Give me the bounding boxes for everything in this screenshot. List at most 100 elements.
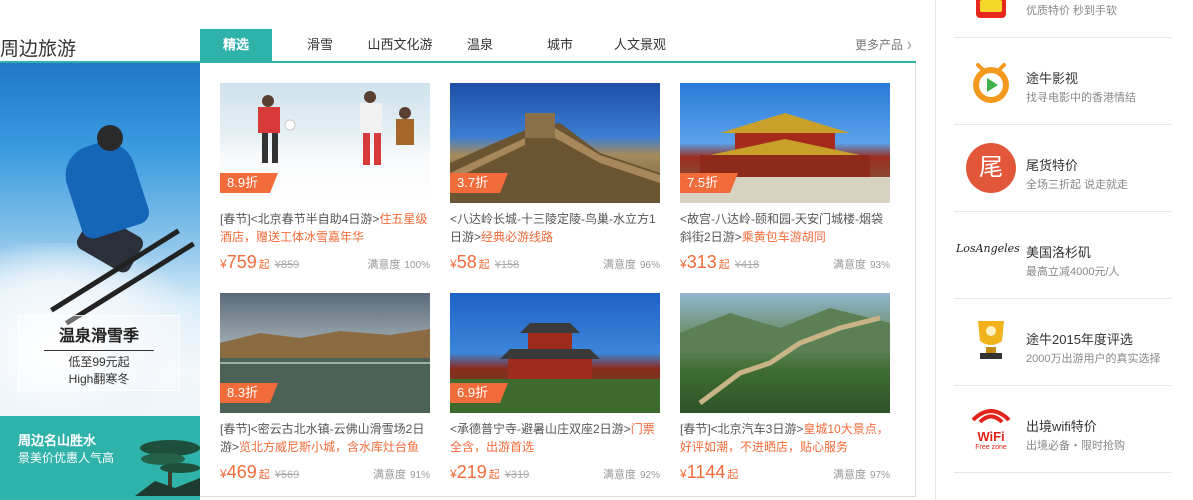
price-from-label: 起 (478, 259, 490, 271)
satisfaction-label: 满意度 (832, 259, 866, 271)
tab-shanxi-culture[interactable]: 山西文化游 (358, 29, 442, 61)
sidebar-item-wifi[interactable]: WiFi Free zone 出境wifi特价 出境必备・限时抢购 (954, 386, 1171, 472)
tab-hot-spring[interactable]: 温泉 (452, 29, 508, 61)
currency-symbol: ¥ (450, 467, 457, 481)
sidebar-item-los-angeles[interactable]: LosAngeles 美国洛杉矶 最高立减4000元/人 (954, 212, 1171, 298)
satisfaction-value: 92% (639, 470, 660, 481)
sidebar-title: 美国洛杉矶 (1026, 245, 1092, 260)
product-card[interactable]: 3.7折 <八达岭长城-十三陵定陵-鸟巢-水立方1日游>经典必游线路 ¥58 起 ¥… (450, 83, 660, 274)
seckill-icon (976, 0, 1006, 18)
price-value: 219 (456, 462, 487, 482)
sidebar-divider (954, 472, 1171, 473)
product-title[interactable]: <故宫-八达岭-颐和园-天安门城楼-烟袋斜街2日游>乘黄包车游胡同 (680, 210, 890, 246)
currency-symbol: ¥ (450, 257, 457, 271)
product-image[interactable]: 8.9折 (220, 83, 430, 203)
currency-symbol: ¥ (680, 257, 687, 271)
sidebar-title: 出境wifi特价 (1026, 419, 1097, 434)
banner-title: 温泉滑雪季 (58, 328, 139, 345)
discount-badge: 8.9折 (220, 173, 279, 193)
discount-badge: 6.9折 (450, 383, 509, 403)
product-image[interactable]: 6.9折 (450, 293, 660, 413)
tab-culture-landscape[interactable]: 人文景观 (604, 29, 676, 61)
sidebar-item-tail-sale[interactable]: 尾 尾货特价 全场三折起 说走就走 (954, 125, 1171, 211)
price-from-label: 起 (258, 259, 270, 271)
product-title[interactable]: [春节]<北京汽车3日游>皇城10大景点，好评如潮，不进晒店，贴心服务 (680, 420, 890, 456)
product-tag: [春节] (220, 422, 251, 436)
discount-badge: 8.3折 (220, 383, 279, 403)
sidebar-item-annual-awards[interactable]: 途牛2015年度评选 2000万出游用户的真实选择 (954, 299, 1171, 385)
satisfaction-value: 91% (409, 470, 430, 481)
product-image[interactable]: 3.7折 (450, 83, 660, 203)
price-from-label: 起 (718, 259, 730, 271)
product-title[interactable]: <承德普宁寺-避暑山庄双座2日游>门票全含，出游首选 (450, 420, 660, 456)
price-row: ¥469 起 ¥569 满意度 91% (220, 462, 430, 484)
tab-city[interactable]: 城市 (530, 29, 590, 61)
sidebar-subtitle: 全场三折起 说走就走 (1026, 179, 1129, 191)
wifi-signal-icon (971, 409, 1011, 424)
price-value: 469 (226, 462, 257, 482)
great-wall-mountain-graphic (680, 308, 890, 405)
satisfaction-label: 满意度 (602, 259, 636, 271)
product-image[interactable]: 7.5折 (680, 83, 890, 203)
satisfaction: 满意度 100% (367, 256, 430, 272)
trophy-icon (978, 321, 1004, 359)
satisfaction: 满意度 93% (833, 256, 890, 272)
sidebar-item-video[interactable]: 途牛影视 找寻电影中的香港情结 (954, 38, 1171, 124)
tab-featured[interactable]: 精选 (200, 29, 272, 61)
scenic-promo-banner[interactable]: 周边名山胜水 景美价优惠人气高 (0, 416, 200, 500)
scenic-promo-title: 周边名山胜水 (18, 433, 97, 448)
product-title[interactable]: [春节]<密云古北水镇-云佛山滑雪场2日游>览北方威尼斯小城，含水库灶台鱼 (220, 420, 430, 456)
video-icon (973, 63, 1009, 103)
tail-sale-icon: 尾 (966, 143, 1016, 193)
product-tag: [春节] (220, 212, 251, 226)
price-from-label: 起 (727, 469, 739, 481)
skier-body-graphic (57, 134, 153, 242)
los-angeles-icon: LosAngeles (956, 242, 1020, 255)
currency-symbol: ¥ (220, 257, 227, 271)
banner-line-1: 低至99元起 (68, 355, 130, 369)
price-row: ¥219 起 ¥319 满意度 92% (450, 462, 660, 484)
satisfaction: 满意度 96% (603, 256, 660, 272)
product-image[interactable]: 8.3折 (220, 293, 430, 413)
product-card[interactable]: [春节]<北京汽车3日游>皇城10大景点，好评如潮，不进晒店，贴心服务 ¥114… (680, 293, 890, 484)
banner-promo-box: 温泉滑雪季 低至99元起 High翻寒冬 (18, 315, 180, 391)
original-price: ¥569 (274, 469, 300, 481)
price-row: ¥313 起 ¥418 满意度 93% (680, 252, 890, 274)
price-value: 759 (226, 252, 257, 272)
price-from-label: 起 (488, 469, 500, 481)
product-card[interactable]: 6.9折 <承德普宁寺-避暑山庄双座2日游>门票全含，出游首选 ¥219 起 ¥31… (450, 293, 660, 484)
chevron-right-icon: › (907, 33, 912, 55)
satisfaction: 满意度 91% (373, 466, 430, 482)
product-card[interactable]: 8.3折 [春节]<密云古北水镇-云佛山滑雪场2日游>览北方威尼斯小城，含水库灶… (220, 293, 430, 484)
satisfaction-label: 满意度 (602, 469, 636, 481)
product-image[interactable] (680, 293, 890, 413)
discount-badge: 3.7折 (450, 173, 509, 193)
price-value: 313 (686, 252, 717, 272)
sidebar-subtitle: 2000万出游用户的真实选择 (1026, 353, 1161, 365)
sidebar-item-seckill[interactable]: 优质特价 秒到手软 (954, 0, 1171, 37)
wifi-icon-label: WiFi (977, 429, 1005, 444)
wifi-icon: WiFi Free zone (966, 402, 1016, 452)
tab-ski[interactable]: 滑雪 (290, 29, 350, 61)
satisfaction-value: 96% (639, 260, 660, 271)
product-grid: 8.9折 [春节]<北京春节半自助4日游>住五星级酒店，赠送工体冰雪嘉年华 ¥7… (200, 63, 916, 497)
product-highlight: 经典必游线路 (481, 230, 554, 244)
product-highlight: 乘黄包车游胡同 (741, 230, 826, 244)
wifi-icon-caption: Free zone (975, 444, 1007, 451)
sidebar-subtitle: 优质特价 秒到手软 (1026, 5, 1118, 17)
more-products-link[interactable]: 更多产品 › (855, 33, 912, 55)
product-card[interactable]: 8.9折 [春节]<北京春节半自助4日游>住五星级酒店，赠送工体冰雪嘉年华 ¥7… (220, 83, 430, 274)
satisfaction-label: 满意度 (367, 259, 401, 271)
product-name: <北京春节半自助4日游> (250, 212, 380, 226)
original-price: ¥859 (274, 259, 300, 271)
product-name: <北京汽车3日游> (710, 422, 804, 436)
product-card[interactable]: 7.5折 <故宫-八达岭-颐和园-天安门城楼-烟袋斜街2日游>乘黄包车游胡同 ¥… (680, 83, 890, 274)
product-title[interactable]: [春节]<北京春节半自助4日游>住五星级酒店，赠送工体冰雪嘉年华 (220, 210, 430, 246)
product-title[interactable]: <八达岭长城-十三陵定陵-鸟巢-水立方1日游>经典必游线路 (450, 210, 660, 246)
section-title: 周边旅游 (0, 39, 77, 60)
sidebar-title: 尾货特价 (1026, 158, 1079, 173)
right-sidebar: 优质特价 秒到手软 途牛影视 找寻电影中的香港情结 尾 尾货特价 全场三折起 说… (935, 0, 1193, 500)
product-highlight: 览北方威尼斯小城，含水库灶台鱼 (239, 440, 420, 454)
original-price: ¥319 (504, 469, 530, 481)
discount-badge: 7.5折 (680, 173, 739, 193)
